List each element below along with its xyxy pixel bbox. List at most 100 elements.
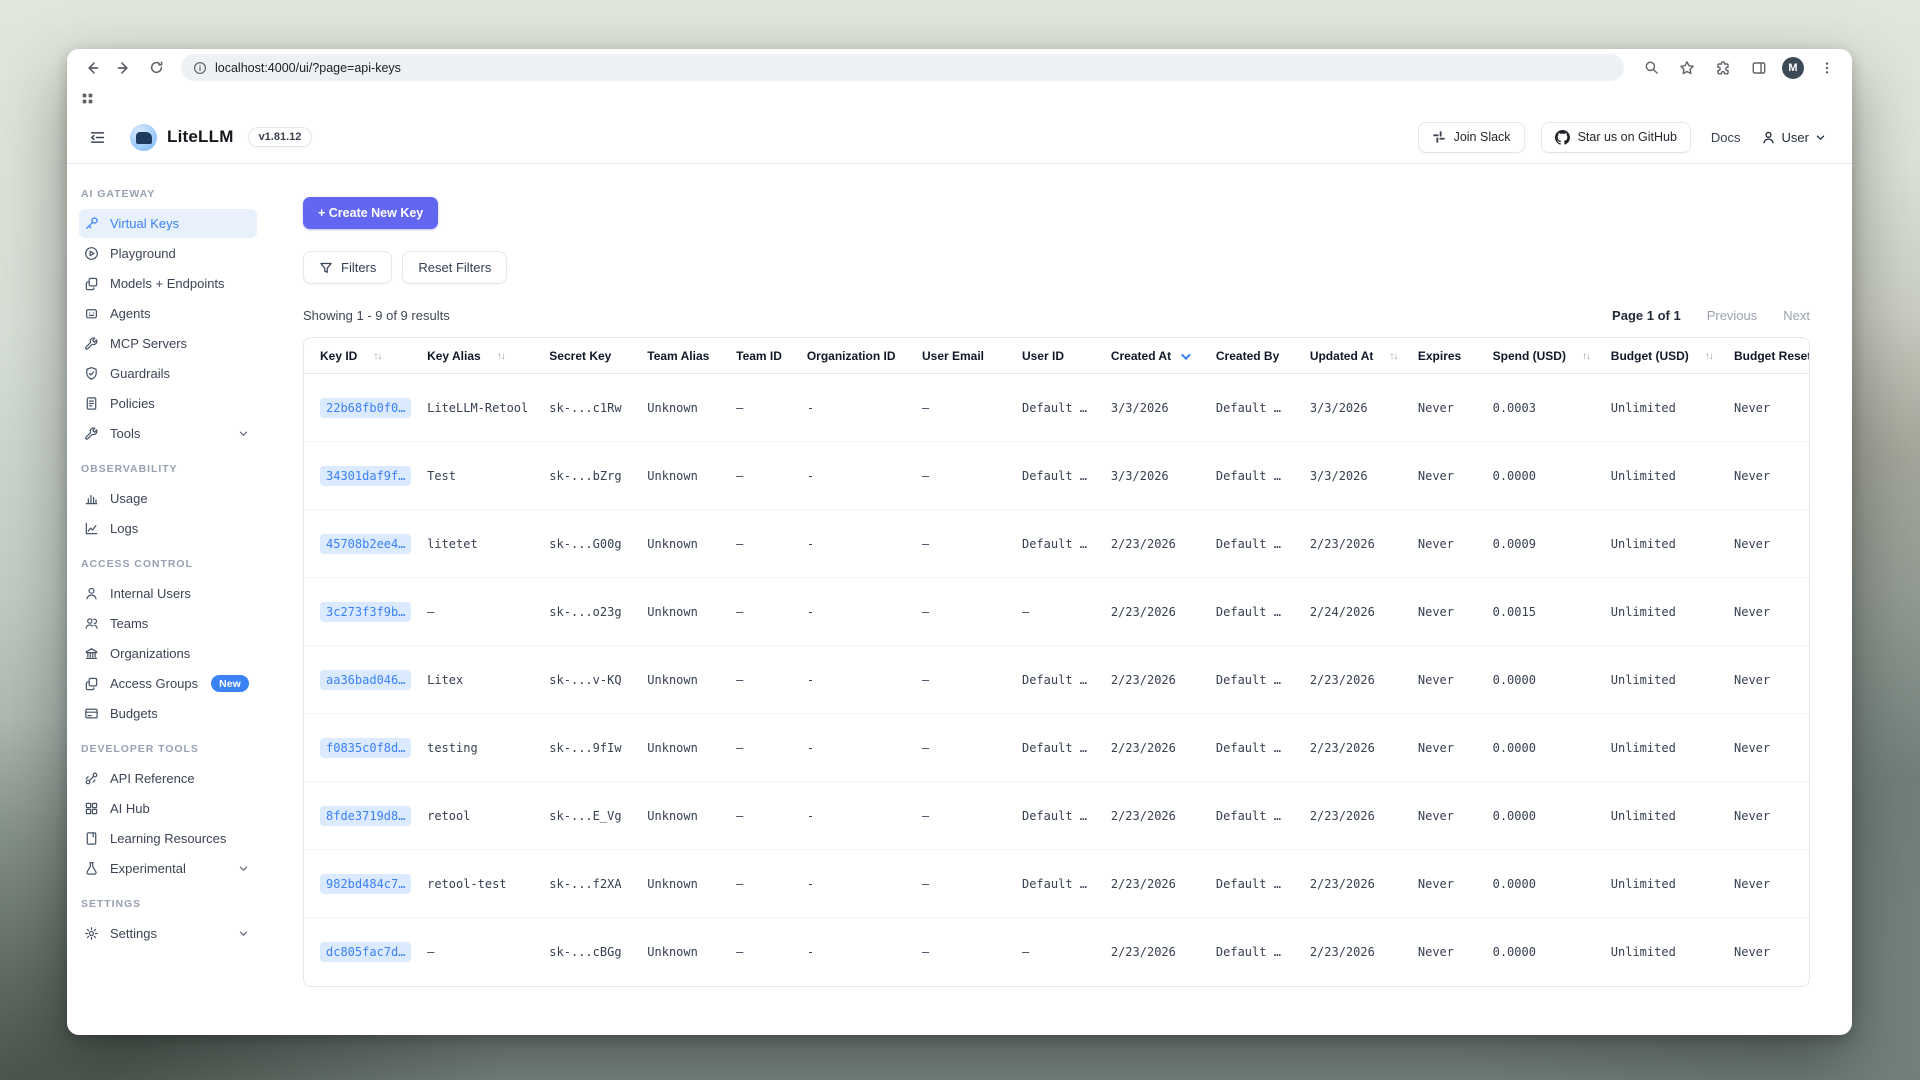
sidebar-item-policies[interactable]: Policies (79, 389, 257, 418)
sidebar-item-internal-users[interactable]: Internal Users (79, 579, 257, 608)
cell-user-id: Default … (1010, 714, 1099, 782)
cell-team-alias: Unknown (635, 374, 724, 442)
sidebar-item-label: Teams (110, 616, 148, 631)
sidebar-item-logs[interactable]: Logs (79, 514, 257, 543)
key-id-link[interactable]: f0835c0f8d… (320, 738, 411, 758)
key-id-link[interactable]: 34301daf9f… (320, 466, 411, 486)
sidebar-item-label: Access Groups (110, 676, 198, 691)
next-button[interactable]: Next (1783, 308, 1810, 323)
cell-key-alias: retool (415, 782, 537, 850)
col-key-alias[interactable]: Key Alias↑↓ (415, 338, 537, 374)
cell-user-email: – (910, 782, 1010, 850)
cell-key-id[interactable]: aa36bad046… (304, 646, 415, 714)
sort-icon[interactable]: ↑↓ (1582, 351, 1590, 362)
previous-button[interactable]: Previous (1707, 308, 1758, 323)
key-id-link[interactable]: 22b68fb0f0… (320, 398, 411, 418)
sidebar-item-tools[interactable]: Tools (79, 419, 257, 448)
sort-icon[interactable]: ↑↓ (497, 351, 505, 362)
sidebar-section-label: OBSERVABILITY (67, 449, 259, 484)
col-updated-at[interactable]: Updated At↑↓ (1298, 338, 1406, 374)
star-github-button[interactable]: Star us on GitHub (1541, 122, 1691, 153)
cell-key-id[interactable]: 45708b2ee4… (304, 510, 415, 578)
sidebar-item-label: Virtual Keys (110, 216, 179, 231)
sidebar-item-models-endpoints[interactable]: Models + Endpoints (79, 269, 257, 298)
side-panel-icon[interactable] (1746, 55, 1772, 81)
sidebar-item-experimental[interactable]: Experimental (79, 854, 257, 883)
table-row: 34301daf9f…Testsk-...bZrgUnknown–-–Defau… (304, 442, 1809, 510)
cell-key-alias: Litex (415, 646, 537, 714)
sidebar-item-virtual-keys[interactable]: Virtual Keys (79, 209, 257, 238)
sort-icon[interactable]: ↑↓ (373, 351, 381, 362)
back-button[interactable] (79, 55, 105, 81)
filters-button[interactable]: Filters (303, 251, 392, 284)
cell-key-id[interactable]: 34301daf9f… (304, 442, 415, 510)
profile-avatar[interactable]: M (1782, 57, 1804, 79)
cell-spend-usd: 0.0015 (1481, 578, 1599, 646)
sort-icon[interactable]: ↑↓ (1389, 351, 1397, 362)
cell-user-id: Default … (1010, 510, 1099, 578)
key-id-link[interactable]: dc805fac7d… (320, 942, 411, 962)
reload-button[interactable] (143, 55, 169, 81)
sort-icon[interactable]: ↑↓ (1705, 351, 1713, 362)
sidebar-section-label: ACCESS CONTROL (67, 544, 259, 579)
cell-key-id[interactable]: 982bd484c7… (304, 850, 415, 918)
sidebar-item-label: Organizations (110, 646, 190, 661)
reset-filters-button[interactable]: Reset Filters (402, 251, 507, 284)
col-created-at[interactable]: Created At (1099, 338, 1204, 374)
sidebar-item-label: Guardrails (110, 366, 170, 381)
cell-key-alias: litetet (415, 510, 537, 578)
sidebar-item-ai-hub[interactable]: AI Hub (79, 794, 257, 823)
extensions-icon[interactable] (1710, 55, 1736, 81)
pagination: Page 1 of 1 Previous Next (1612, 308, 1810, 323)
sidebar-item-label: Logs (110, 521, 138, 536)
key-id-link[interactable]: 45708b2ee4… (320, 534, 411, 554)
sidebar-item-access-groups[interactable]: Access GroupsNew (79, 669, 257, 698)
cell-secret-key: sk-...c1Rw (537, 374, 635, 442)
cell-key-id[interactable]: 8fde3719d8… (304, 782, 415, 850)
sidebar-item-guardrails[interactable]: Guardrails (79, 359, 257, 388)
sidebar-item-settings[interactable]: Settings (79, 919, 257, 948)
cell-key-id[interactable]: dc805fac7d… (304, 918, 415, 986)
sidebar-item-mcp-servers[interactable]: MCP Servers (79, 329, 257, 358)
cell-team-alias: Unknown (635, 442, 724, 510)
address-bar[interactable]: localhost:4000/ui/?page=api-keys (181, 54, 1624, 81)
sidebar-item-api-reference[interactable]: API Reference (79, 764, 257, 793)
cell-user-email: – (910, 578, 1010, 646)
key-id-link[interactable]: 982bd484c7… (320, 874, 411, 894)
key-id-link[interactable]: 3c273f3f9b… (320, 602, 411, 622)
apps-grid-icon[interactable] (81, 92, 94, 105)
cell-key-id[interactable]: 3c273f3f9b… (304, 578, 415, 646)
key-id-link[interactable]: 8fde3719d8… (320, 806, 411, 826)
docs-link[interactable]: Docs (1711, 130, 1741, 145)
forward-button[interactable] (111, 55, 137, 81)
sidebar-item-teams[interactable]: Teams (79, 609, 257, 638)
zoom-icon[interactable] (1638, 55, 1664, 81)
sidebar-collapse-icon[interactable] (89, 129, 106, 146)
user-menu[interactable]: User (1761, 130, 1826, 145)
cell-key-id[interactable]: 22b68fb0f0… (304, 374, 415, 442)
site-info-icon[interactable] (193, 61, 207, 75)
col-budget-usd[interactable]: Budget (USD)↑↓ (1599, 338, 1722, 374)
cell-organization-id: - (795, 646, 910, 714)
sidebar-item-learning-resources[interactable]: Learning Resources (79, 824, 257, 853)
cell-created-by: Default … (1204, 850, 1298, 918)
sidebar-item-agents[interactable]: Agents (79, 299, 257, 328)
col-spend-usd[interactable]: Spend (USD)↑↓ (1481, 338, 1599, 374)
sort-desc-icon[interactable] (1181, 350, 1191, 360)
sidebar-item-budgets[interactable]: Budgets (79, 699, 257, 728)
cell-key-id[interactable]: f0835c0f8d… (304, 714, 415, 782)
sidebar-item-playground[interactable]: Playground (79, 239, 257, 268)
sidebar-item-organizations[interactable]: Organizations (79, 639, 257, 668)
key-id-link[interactable]: aa36bad046… (320, 670, 411, 690)
cell-created-at: 2/23/2026 (1099, 510, 1204, 578)
create-new-key-button[interactable]: + Create New Key (303, 197, 438, 229)
browser-menu-icon[interactable] (1814, 55, 1840, 81)
join-slack-button[interactable]: Join Slack (1418, 122, 1525, 153)
cell-user-id: Default … (1010, 782, 1099, 850)
sidebar-item-usage[interactable]: Usage (79, 484, 257, 513)
cell-created-by: Default … (1204, 578, 1298, 646)
col-key-id[interactable]: Key ID↑↓ (304, 338, 415, 374)
keys-table: Key ID↑↓Key Alias↑↓Secret KeyTeam AliasT… (304, 338, 1809, 986)
cell-key-alias: LiteLLM-Retool (415, 374, 537, 442)
bookmark-star-icon[interactable] (1674, 55, 1700, 81)
